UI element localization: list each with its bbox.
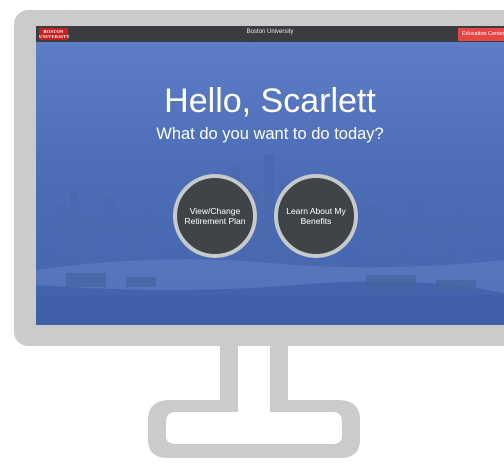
learn-about-benefits-button[interactable]: Learn About My Benefits: [274, 174, 358, 258]
header-title: Boston University: [246, 29, 294, 35]
app-screen: BOSTON UNIVERSITY Boston University Educ…: [36, 26, 504, 325]
city-skyline-image: [36, 155, 504, 325]
top-nav-bar: BOSTON UNIVERSITY Boston University Educ…: [36, 26, 504, 42]
view-change-retirement-plan-button[interactable]: View/Change Retirement Plan: [173, 174, 257, 258]
greeting-heading: Hello, Scarlett: [164, 82, 376, 120]
education-center-button[interactable]: Education Center: [458, 28, 504, 41]
monitor-illustration: BOSTON UNIVERSITY Boston University Educ…: [0, 0, 504, 466]
question-subheading: What do you want to do today?: [156, 125, 384, 143]
